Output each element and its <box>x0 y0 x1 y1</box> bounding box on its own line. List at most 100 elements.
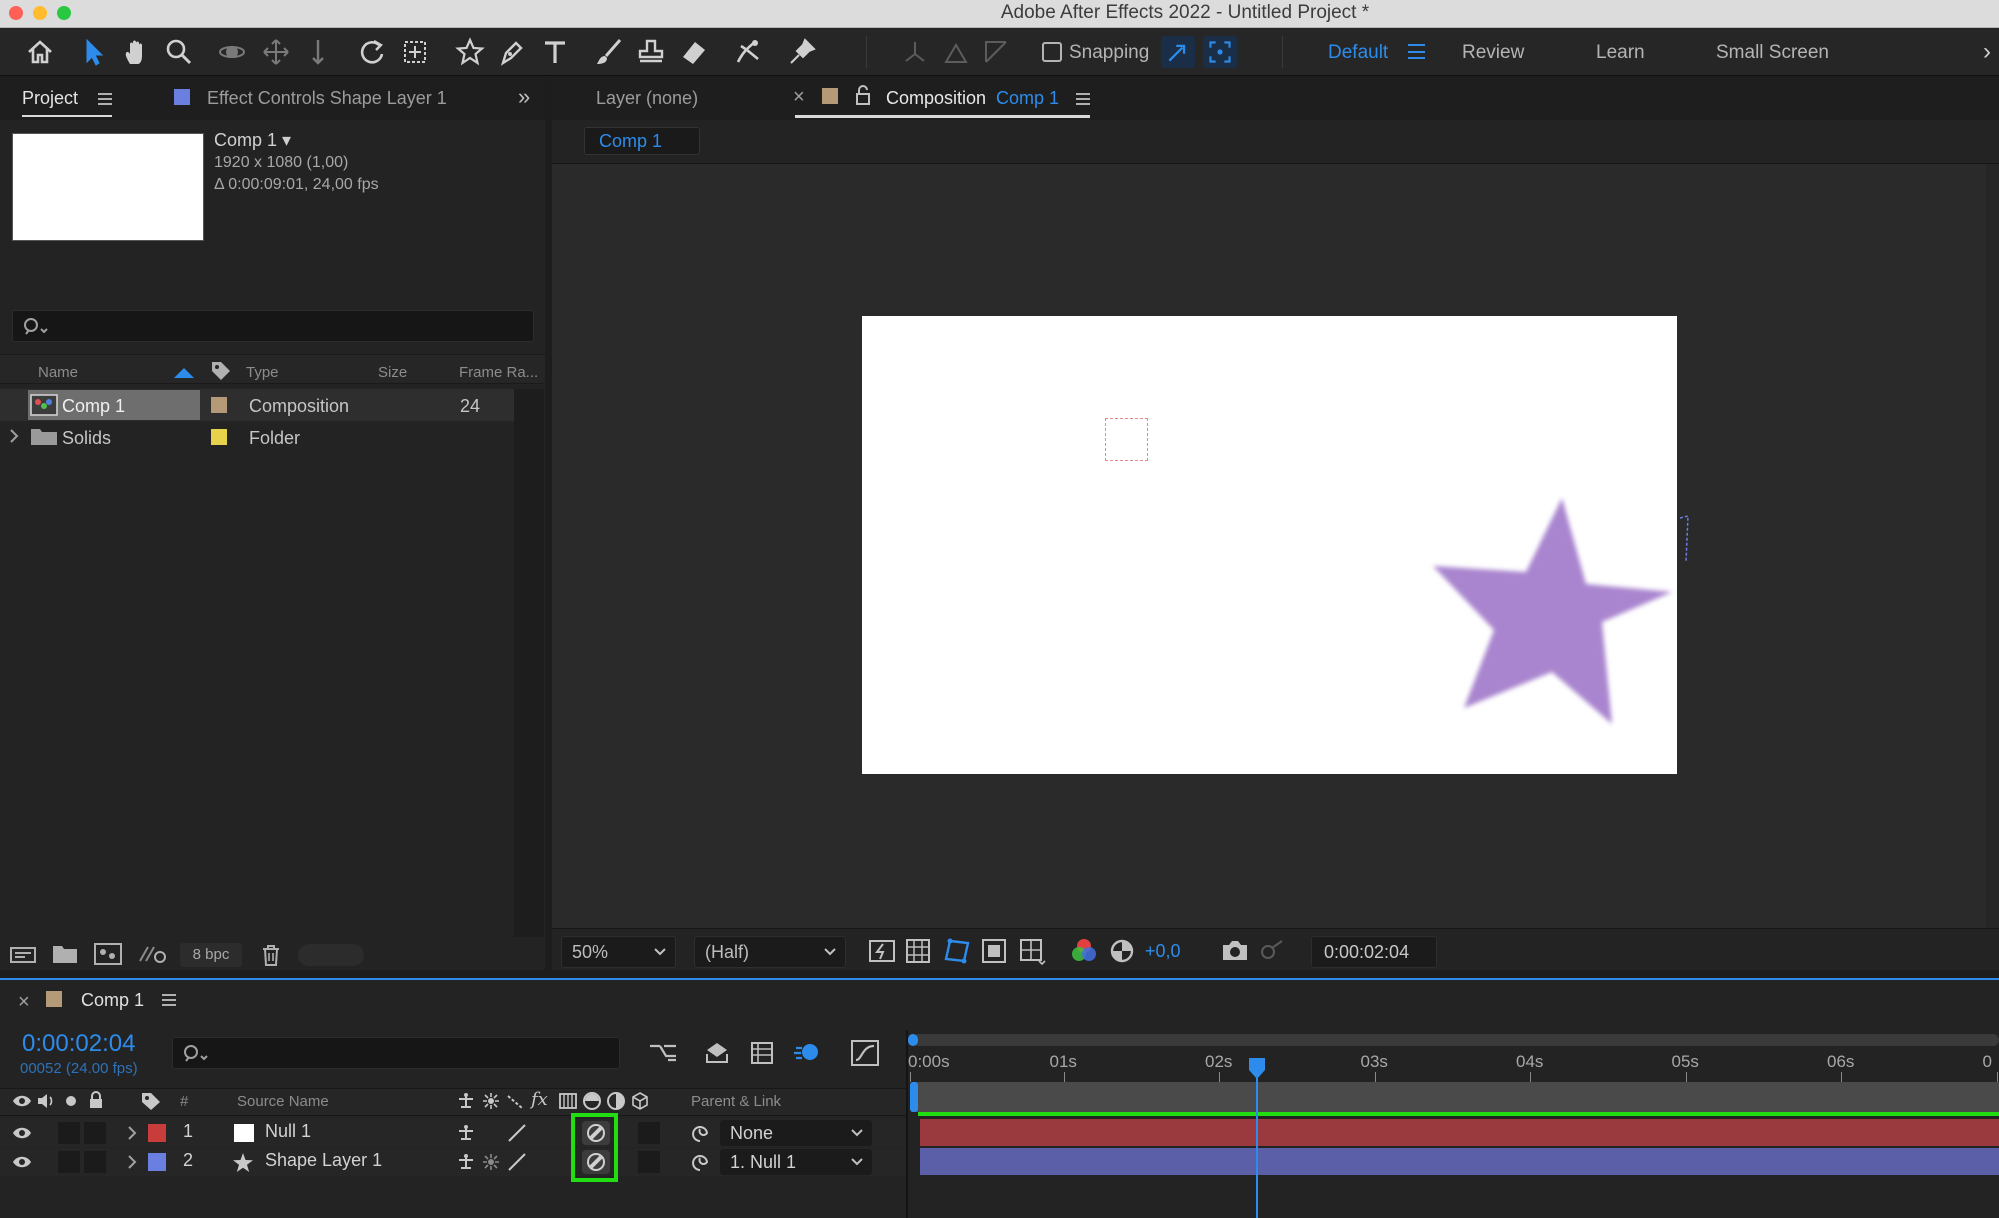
bit-depth-button[interactable]: 8 bpc <box>180 943 242 967</box>
column-type[interactable]: Type <box>246 364 279 381</box>
solo-toggle[interactable] <box>58 1151 80 1173</box>
tab-timeline-comp[interactable]: Comp 1 <box>81 990 144 1011</box>
expand-chevron-icon[interactable] <box>126 1125 138 1141</box>
star-shape-icon[interactable] <box>452 34 488 70</box>
eye-icon[interactable] <box>12 1126 32 1140</box>
lock-toggle[interactable] <box>84 1151 106 1173</box>
hide-shy-layers-icon[interactable] <box>748 1040 776 1066</box>
rotation-tool-icon[interactable] <box>354 34 390 70</box>
transparency-grid-icon[interactable] <box>905 938 931 964</box>
layer-name[interactable]: Null 1 <box>265 1121 311 1142</box>
collapse-transform-icon[interactable] <box>482 1153 500 1171</box>
timeline-menu-icon[interactable] <box>162 994 176 1006</box>
interpret-footage-icon[interactable] <box>9 944 37 966</box>
project-item-name[interactable]: Comp 1 <box>62 396 125 417</box>
eye-icon[interactable] <box>12 1155 32 1169</box>
3d-layer-icon[interactable] <box>630 1091 650 1111</box>
workspace-learn[interactable]: Learn <box>1596 42 1645 64</box>
magnification-select[interactable]: 50% <box>561 936 676 968</box>
fast-previews-icon[interactable] <box>868 938 896 964</box>
new-composition-icon[interactable] <box>94 943 122 965</box>
selected-item-name[interactable]: Comp 1 ▾ <box>214 130 291 151</box>
lock-toggle[interactable] <box>84 1122 106 1144</box>
orbit-camera-icon[interactable] <box>214 34 250 70</box>
3d-layer-toggle[interactable] <box>638 1151 660 1173</box>
world-axis-icon[interactable] <box>938 34 974 70</box>
video-visibility-icon[interactable] <box>12 1094 32 1108</box>
motion-blur-switch-icon[interactable] <box>582 1091 602 1111</box>
column-size[interactable]: Size <box>378 364 407 381</box>
tab-effect-controls[interactable]: Effect Controls Shape Layer 1 <box>207 88 447 109</box>
snapshot-camera-icon[interactable] <box>1221 938 1249 962</box>
eraser-icon[interactable] <box>676 34 712 70</box>
work-area-start-handle[interactable] <box>910 1082 918 1112</box>
3d-layer-toggle[interactable] <box>638 1122 660 1144</box>
time-navigator[interactable] <box>912 1034 1999 1046</box>
show-snapshot-icon[interactable] <box>1258 938 1286 962</box>
roto-brush-icon[interactable] <box>730 34 766 70</box>
workspace-default[interactable]: Default <box>1328 42 1388 64</box>
workspace-menu-icon[interactable] <box>1408 44 1425 59</box>
quality-switch-icon[interactable] <box>506 1122 528 1144</box>
effects-fx-icon[interactable]: fx <box>531 1089 548 1110</box>
project-item-name[interactable]: Solids <box>62 428 111 449</box>
viewer-timecode[interactable]: 0:00:02:04 <box>1311 936 1437 968</box>
shy-switch-icon[interactable] <box>456 1123 476 1143</box>
region-of-interest-icon[interactable] <box>981 938 1007 964</box>
label-column-icon[interactable] <box>140 1091 162 1111</box>
motion-blur-icon[interactable] <box>792 1038 822 1068</box>
puppet-pin-icon[interactable] <box>784 34 820 70</box>
null-layer-outline[interactable] <box>1105 418 1148 461</box>
project-settings-icon[interactable] <box>138 943 168 965</box>
home-icon[interactable] <box>22 34 58 70</box>
shy-switch-icon[interactable] <box>456 1091 476 1111</box>
channel-rgb-icon[interactable] <box>1070 937 1098 965</box>
timeline-search-input[interactable] <box>172 1037 620 1069</box>
grid-guides-icon[interactable] <box>1017 936 1047 966</box>
tab-layer[interactable]: Layer (none) <box>596 88 698 109</box>
workspace-small-screen[interactable]: Small Screen <box>1716 42 1829 64</box>
label-column-icon[interactable] <box>210 360 232 382</box>
reset-exposure-icon[interactable] <box>1108 937 1136 965</box>
work-area-bar[interactable] <box>912 1082 1999 1112</box>
current-time[interactable]: 0:00:02:04 <box>22 1030 135 1058</box>
pick-whip-icon[interactable] <box>690 1123 710 1143</box>
time-navigator-start-handle[interactable] <box>908 1034 918 1046</box>
quality-switch-icon[interactable] <box>506 1151 528 1173</box>
audio-icon[interactable] <box>36 1092 56 1110</box>
new-folder-icon[interactable] <box>52 944 78 964</box>
collapse-transform-icon[interactable] <box>482 1092 500 1110</box>
hand-tool-icon[interactable] <box>118 34 154 70</box>
layer-label-swatch[interactable] <box>148 1124 166 1142</box>
star-shape-layer[interactable] <box>1428 494 1688 730</box>
thumbnail-size-slider[interactable] <box>298 944 364 966</box>
label-color-swatch[interactable] <box>211 429 227 445</box>
tab-project[interactable]: Project <box>22 88 78 109</box>
pen-tool-icon[interactable] <box>494 34 530 70</box>
exposure-value[interactable]: +0,0 <box>1145 941 1181 962</box>
panel-menu-icon[interactable] <box>98 93 112 105</box>
graph-editor-icon[interactable] <box>850 1038 880 1068</box>
snap-edges-icon[interactable] <box>1161 36 1195 68</box>
playhead-handle[interactable] <box>1248 1058 1266 1080</box>
column-name[interactable]: Name <box>38 364 78 381</box>
adjustment-layer-icon[interactable] <box>606 1091 626 1111</box>
viewer-scrollbar[interactable] <box>1986 164 1999 928</box>
type-tool-icon[interactable] <box>537 34 573 70</box>
layer-name[interactable]: Shape Layer 1 <box>265 1150 382 1171</box>
project-search-input[interactable] <box>12 310 534 342</box>
clone-stamp-icon[interactable] <box>633 34 669 70</box>
draft-3d-icon[interactable] <box>703 1040 731 1066</box>
layer-label-swatch[interactable] <box>148 1153 166 1171</box>
lock-icon[interactable] <box>855 85 871 105</box>
quality-switch-icon[interactable] <box>506 1092 524 1110</box>
expand-chevron-icon[interactable] <box>126 1154 138 1170</box>
local-axis-icon[interactable] <box>897 34 933 70</box>
layer-duration-bar-shape[interactable] <box>920 1148 1999 1175</box>
close-timeline-icon[interactable]: × <box>18 991 30 1014</box>
snap-features-icon[interactable] <box>1203 36 1237 68</box>
zoom-tool-icon[interactable] <box>161 34 197 70</box>
selection-tool-icon[interactable] <box>76 34 112 70</box>
workspace-overflow-icon[interactable]: › <box>1983 38 1991 66</box>
frame-blending-icon[interactable] <box>558 1092 578 1110</box>
